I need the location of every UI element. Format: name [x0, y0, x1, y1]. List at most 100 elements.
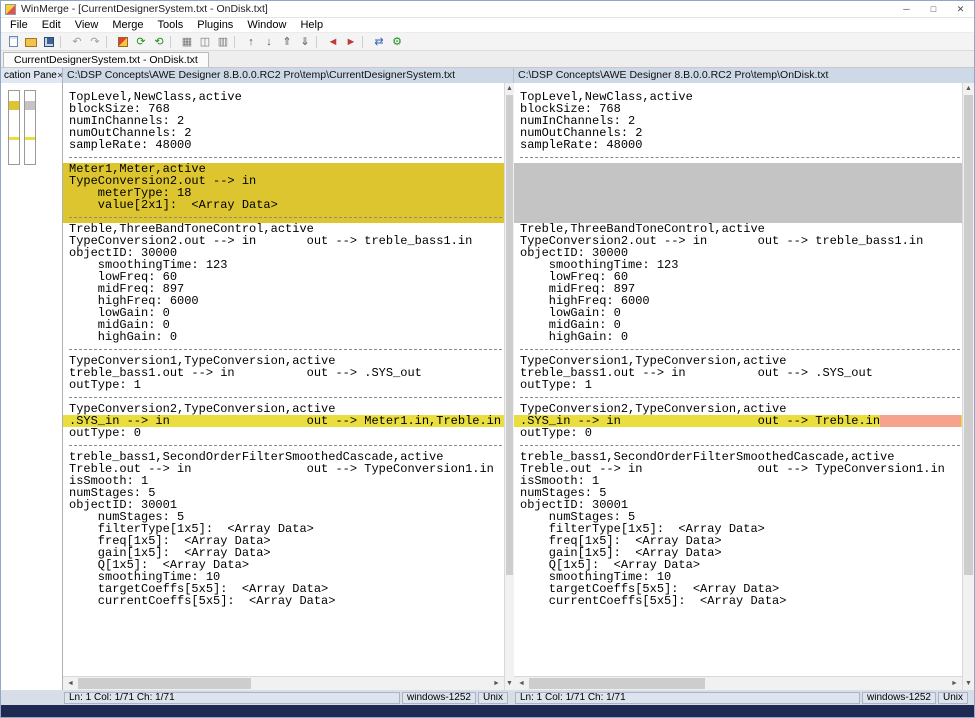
undo-button[interactable]: ↶ — [68, 34, 86, 49]
scroll-up-icon[interactable]: ▲ — [963, 83, 974, 95]
left-eol-badge[interactable]: Unix — [478, 692, 508, 704]
options-icon — [118, 37, 128, 47]
toolbar-separator — [316, 36, 321, 48]
left-cursor-position: Ln: 1 Col: 1/71 Ch: 1/71 — [64, 692, 400, 704]
scroll-down-icon[interactable]: ▼ — [505, 678, 514, 690]
left-hscroll-track[interactable] — [78, 677, 489, 690]
menu-bar: FileEditViewMergeToolsPluginsWindowHelp — [1, 18, 974, 33]
scroll-right-icon[interactable]: ► — [947, 677, 962, 690]
code-line: outType: 1 — [514, 379, 962, 391]
menu-file[interactable]: File — [3, 18, 35, 32]
toolbar: ↶↷ ⟳⟲ ▦◫▥ ↑↓⇑⇓ ◄► ⇄⚙ — [1, 33, 974, 51]
code-line: highGain: 0 — [514, 331, 962, 343]
auto-merge-button[interactable]: ⇄ — [370, 34, 388, 49]
toolbar-separator — [60, 36, 65, 48]
status-bar: Ln: 1 Col: 1/71 Ch: 1/71 windows-1252 Un… — [1, 690, 974, 705]
right-encoding-badge[interactable]: windows-1252 — [862, 692, 936, 704]
new-file-button[interactable] — [4, 34, 22, 49]
left-encoding-badge[interactable]: windows-1252 — [402, 692, 476, 704]
diff-pane-button[interactable]: ◫ — [196, 34, 214, 49]
scroll-up-icon[interactable]: ▲ — [505, 83, 514, 95]
left-file-content: TopLevel,NewClass,activeblockSize: 768nu… — [63, 83, 504, 676]
toolbar-separator — [362, 36, 367, 48]
refresh-button[interactable]: ⟳ — [132, 34, 150, 49]
left-vscroll-track[interactable] — [505, 575, 514, 678]
word-diff-removed-region — [880, 415, 961, 427]
right-hscroll-track[interactable] — [529, 677, 947, 690]
location-pane-button[interactable]: ▥ — [214, 34, 232, 49]
redo-button[interactable]: ↷ — [86, 34, 104, 49]
missing-line-filler — [514, 199, 962, 211]
right-file-path: C:\DSP Concepts\AWE Designer 8.B.0.0.RC2… — [518, 69, 828, 81]
right-file-diff-map[interactable] — [24, 90, 36, 165]
copy-right-button[interactable]: ► — [342, 34, 360, 49]
minimize-button[interactable]: ─ — [893, 1, 920, 17]
toolbar-separator — [170, 36, 175, 48]
code-line: currentCoeffs[5x5]: <Array Data> — [514, 595, 962, 607]
right-status-group: Ln: 1 Col: 1/71 Ch: 1/71 windows-1252 Un… — [514, 690, 974, 705]
tab-bar: CurrentDesignerSystem.txt - OnDisk.txt — [1, 51, 974, 68]
menu-plugins[interactable]: Plugins — [190, 18, 240, 32]
scroll-left-icon[interactable]: ◄ — [63, 677, 78, 690]
missing-line-filler — [514, 175, 962, 187]
prev-diff-button[interactable]: ↑ — [242, 34, 260, 49]
left-file-path-header[interactable]: C:\DSP Concepts\AWE Designer 8.B.0.0.RC2… — [63, 68, 514, 83]
location-pane-title: cation Pane — [4, 70, 57, 81]
winmerge-window: WinMerge - [CurrentDesignerSystem.txt - … — [0, 0, 975, 718]
tab-current-comparison[interactable]: CurrentDesignerSystem.txt - OnDisk.txt — [3, 52, 209, 67]
diff-map-segment — [9, 91, 19, 101]
right-vscroll-track[interactable] — [963, 575, 974, 678]
missing-line-filler — [514, 187, 962, 199]
right-hscroll-thumb[interactable] — [529, 678, 705, 689]
next-diff-button[interactable]: ↓ — [260, 34, 278, 49]
right-cursor-position: Ln: 1 Col: 1/71 Ch: 1/71 — [515, 692, 860, 704]
right-horizontal-scrollbar[interactable]: ◄ ► — [514, 676, 962, 690]
left-vertical-scrollbar[interactable]: ▲ ▼ — [504, 83, 514, 690]
menu-edit[interactable]: Edit — [35, 18, 68, 32]
left-file-path: C:\DSP Concepts\AWE Designer 8.B.0.0.RC2… — [67, 69, 455, 81]
scroll-left-icon[interactable]: ◄ — [514, 677, 529, 690]
toolbar-separator — [106, 36, 111, 48]
maximize-button[interactable]: □ — [920, 1, 947, 17]
diff-map-segment — [9, 110, 19, 137]
separator-line — [514, 151, 962, 163]
right-file-path-header[interactable]: C:\DSP Concepts\AWE Designer 8.B.0.0.RC2… — [514, 68, 974, 83]
last-diff-button[interactable]: ⇓ — [296, 34, 314, 49]
left-vscroll-thumb[interactable] — [506, 95, 513, 575]
left-file-diff-map[interactable] — [8, 90, 20, 165]
scroll-down-icon[interactable]: ▼ — [963, 678, 974, 690]
code-line: value[2x1]: <Array Data> — [63, 199, 504, 211]
left-hscroll-thumb[interactable] — [78, 678, 251, 689]
options-button[interactable] — [114, 34, 132, 49]
left-horizontal-scrollbar[interactable]: ◄ ► — [63, 676, 504, 690]
menu-window[interactable]: Window — [240, 18, 293, 32]
open-button[interactable] — [22, 34, 40, 49]
copy-left-button[interactable]: ◄ — [324, 34, 342, 49]
first-diff-button[interactable]: ⇑ — [278, 34, 296, 49]
code-line: sampleRate: 48000 — [63, 139, 504, 151]
code-line: highGain: 0 — [63, 331, 504, 343]
diff-map-segment — [25, 110, 35, 137]
right-file-pane[interactable]: TopLevel,NewClass,activeblockSize: 768nu… — [514, 83, 962, 690]
location-pane[interactable] — [1, 83, 63, 690]
right-vertical-scrollbar[interactable]: ▲ ▼ — [962, 83, 974, 690]
scroll-right-icon[interactable]: ► — [489, 677, 504, 690]
plugin-settings-button[interactable]: ⚙ — [388, 34, 406, 49]
reload-plugins-button[interactable]: ⟲ — [150, 34, 168, 49]
menu-merge[interactable]: Merge — [105, 18, 150, 32]
diff-map-segment — [9, 140, 19, 164]
menu-view[interactable]: View — [68, 18, 106, 32]
code-line: outType: 1 — [63, 379, 504, 391]
left-status-group: Ln: 1 Col: 1/71 Ch: 1/71 windows-1252 Un… — [63, 690, 514, 705]
right-vscroll-thumb[interactable] — [964, 95, 973, 575]
right-eol-badge[interactable]: Unix — [938, 692, 968, 704]
save-button[interactable] — [40, 34, 58, 49]
windows-taskbar — [1, 705, 974, 717]
diff-map-segment — [25, 101, 35, 110]
view-whitespace-button[interactable]: ▦ — [178, 34, 196, 49]
menu-tools[interactable]: Tools — [151, 18, 191, 32]
menu-help[interactable]: Help — [293, 18, 330, 32]
window-title: WinMerge - [CurrentDesignerSystem.txt - … — [21, 3, 893, 15]
close-button[interactable]: ✕ — [947, 1, 974, 17]
left-file-pane[interactable]: TopLevel,NewClass,activeblockSize: 768nu… — [63, 83, 504, 690]
